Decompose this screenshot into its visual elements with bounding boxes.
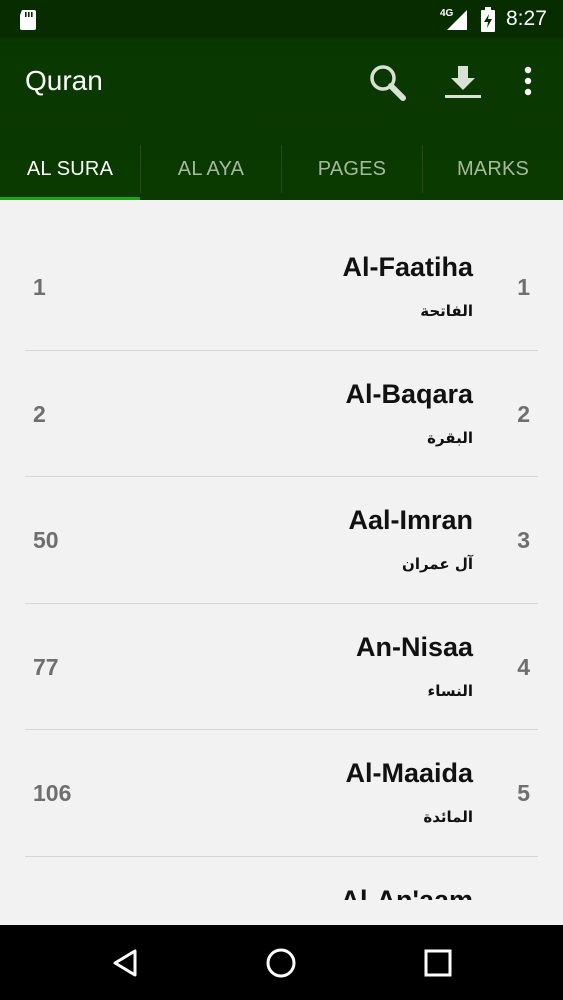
home-button[interactable] [263,945,299,981]
list-item[interactable]: Al-An'aam [0,857,563,900]
sura-number: 2 [517,400,530,427]
overflow-menu-icon [524,66,532,96]
search-icon [370,65,406,101]
app-bar: Quran AL SURA AL AYA PAGES MARKS [0,38,563,200]
sura-number: 5 [517,780,530,807]
sura-arabic-name: البقرة [427,428,473,447]
sura-name: Aal-Imran [348,505,473,536]
sura-name: Al-An'aam [340,884,473,900]
sura-number: 3 [517,527,530,554]
sura-number: 4 [517,653,530,680]
sura-name: Al-Baqara [345,378,473,409]
recents-button[interactable] [420,945,456,981]
status-clock: 8:27 [506,7,547,30]
sura-arabic-name: النساء [427,681,473,700]
list-item[interactable]: 77 An-Nisaa النساء 4 [0,604,563,731]
sura-arabic-name: آل عمران [402,555,473,574]
sura-page: 2 [33,400,46,427]
sura-page: 50 [33,527,59,554]
tab-al-aya[interactable]: AL AYA [141,138,281,200]
sura-page: 106 [33,780,72,807]
battery-charging-icon [481,7,495,32]
tab-bar: AL SURA AL AYA PAGES MARKS [0,138,563,200]
list-item[interactable]: 1 Al-Faatiha الفاتحة 1 [0,224,563,351]
sura-name: Al-Maaida [345,758,473,789]
tab-pages[interactable]: PAGES [282,138,422,200]
overflow-menu-button[interactable] [508,62,548,102]
sura-list[interactable]: 1 Al-Faatiha الفاتحة 1 2 Al-Baqara البقر… [0,200,563,900]
sura-number: 1 [517,274,530,300]
sura-page: 1 [33,274,46,300]
back-button[interactable] [108,945,144,981]
navigation-bar [0,925,563,1000]
home-icon [266,948,296,978]
search-button[interactable] [367,62,407,102]
back-icon [113,949,137,977]
recents-icon [424,949,452,977]
sd-card-icon [20,10,36,30]
list-item[interactable]: 106 Al-Maaida المائدة 5 [0,730,563,857]
sura-arabic-name: المائدة [423,808,473,827]
sura-arabic-name: الفاتحة [420,302,473,320]
list-item[interactable]: 50 Aal-Imran آل عمران 3 [0,477,563,604]
list-item[interactable]: 2 Al-Baqara البقرة 2 [0,351,563,478]
sura-page: 77 [33,653,59,680]
download-button[interactable] [443,62,483,102]
tab-al-sura[interactable]: AL SURA [0,138,140,200]
sura-name: An-Nisaa [355,631,473,662]
download-icon [445,66,481,98]
status-bar: 4G 8:27 [0,0,563,38]
tab-marks[interactable]: MARKS [423,138,563,200]
signal-icon [447,10,467,30]
app-title: Quran [25,65,103,96]
sura-name: Al-Faatiha [342,252,473,282]
